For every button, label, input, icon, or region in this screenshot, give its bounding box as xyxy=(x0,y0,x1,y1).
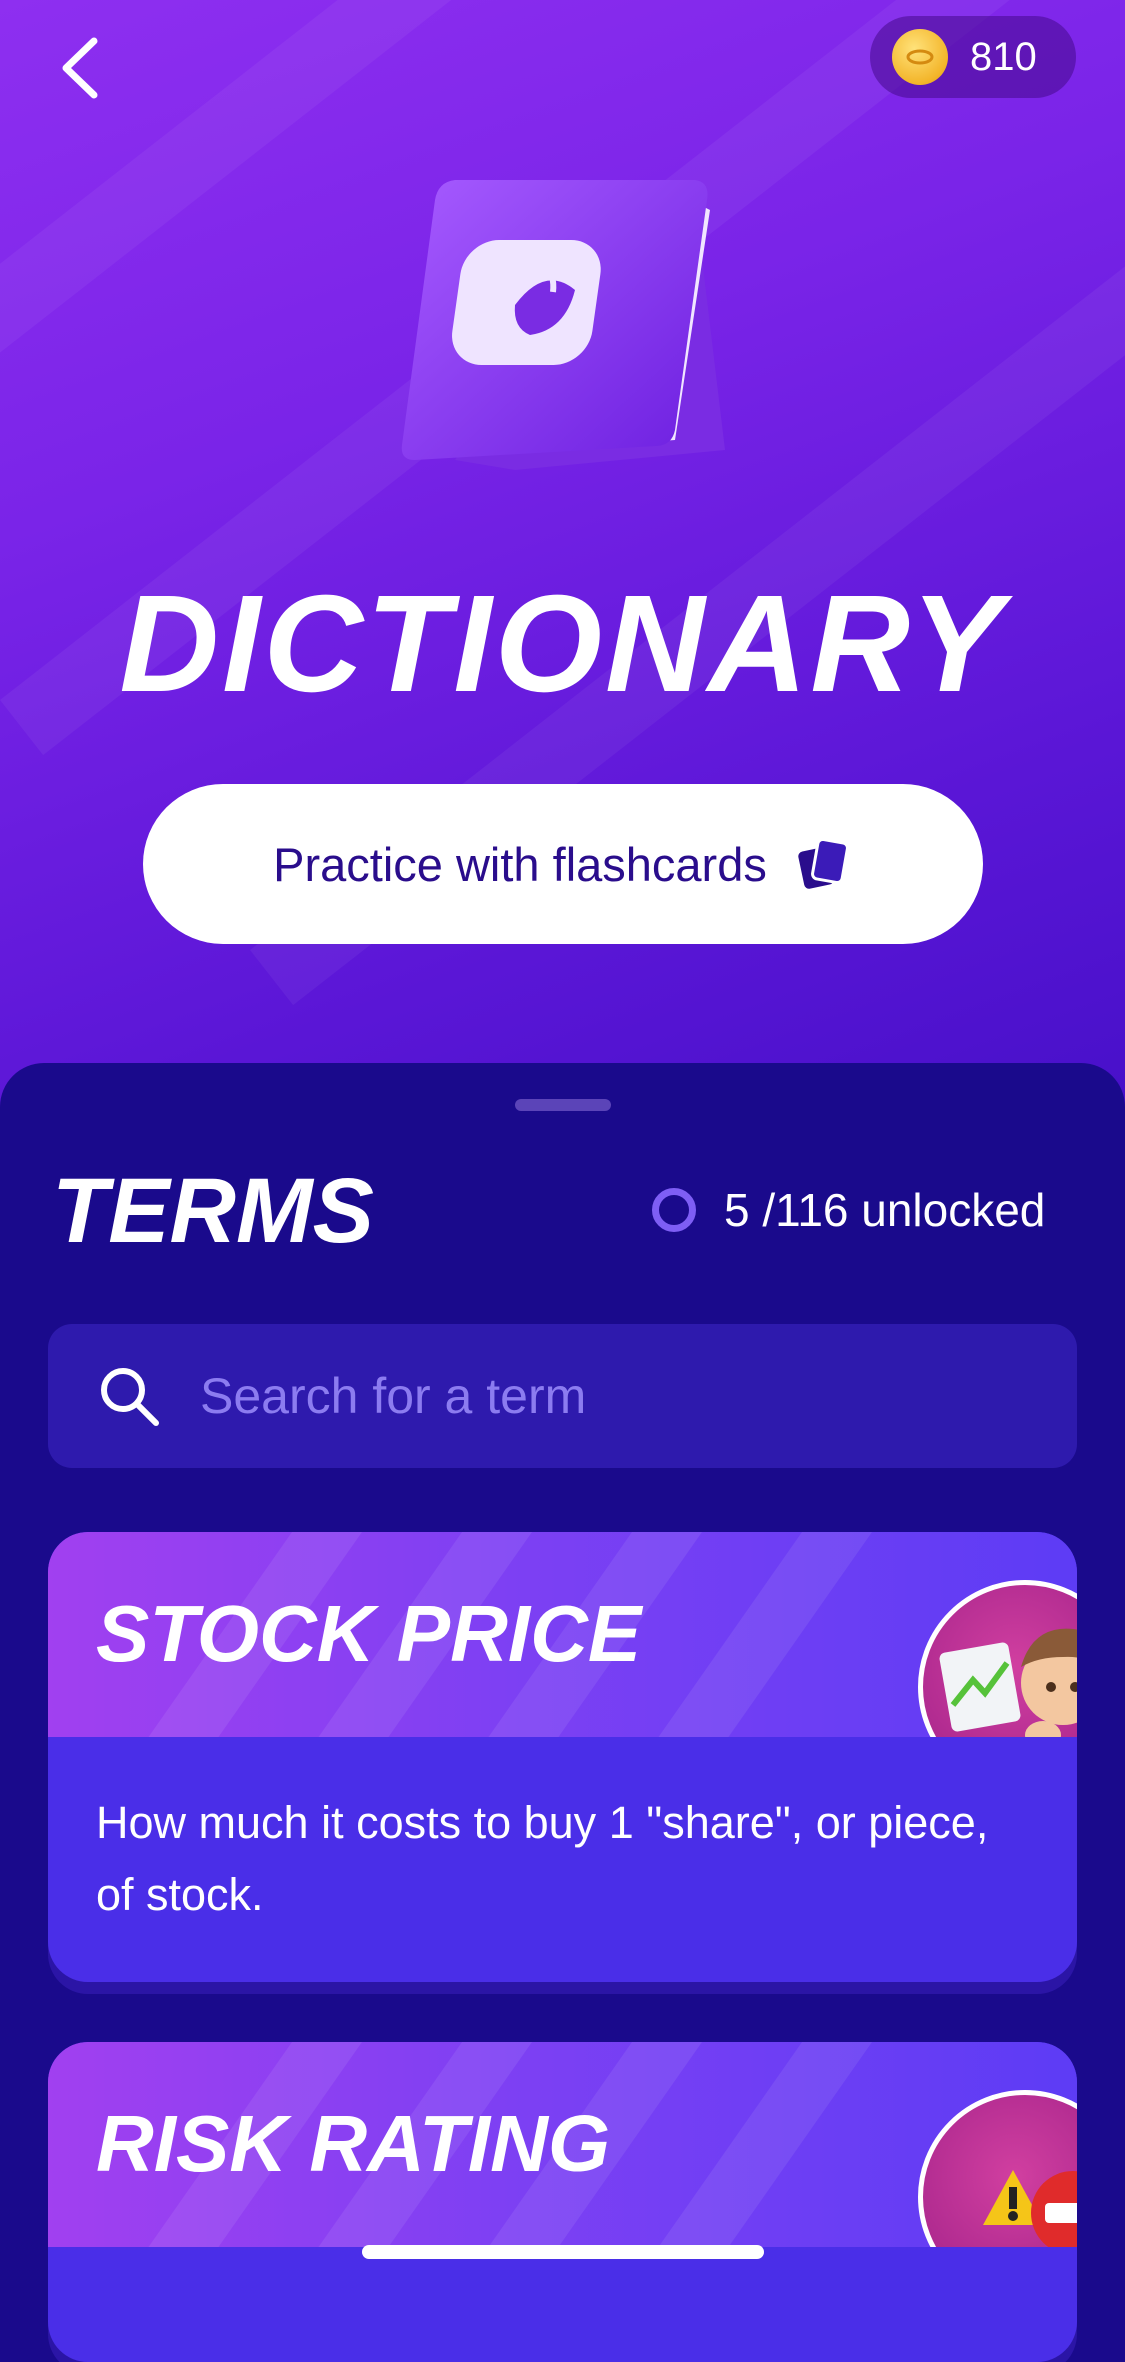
home-indicator[interactable] xyxy=(362,2245,764,2259)
flashcards-label: Practice with flashcards xyxy=(273,837,767,891)
card-definition xyxy=(48,2247,1077,2345)
search-bar[interactable] xyxy=(48,1324,1077,1468)
search-input[interactable] xyxy=(198,1366,1022,1426)
card-title: STOCK PRICE xyxy=(96,1589,642,1678)
back-button[interactable] xyxy=(50,37,110,99)
term-card-risk-rating[interactable]: RISK RATING xyxy=(48,2042,1077,2362)
warning-avatar-icon xyxy=(918,2090,1077,2247)
term-card-stock-price[interactable]: STOCK PRICE How much it costs to buy 1 "… xyxy=(48,1532,1077,1982)
stock-chart-avatar-icon xyxy=(918,1580,1077,1737)
page-title: DICTIONARY xyxy=(119,567,1006,721)
coin-count: 810 xyxy=(970,34,1037,79)
card-header: STOCK PRICE xyxy=(48,1532,1077,1737)
card-definition: How much it costs to buy 1 "share", or p… xyxy=(96,1797,989,1920)
flashcards-icon xyxy=(798,839,849,889)
card-title: RISK RATING xyxy=(96,2099,611,2188)
search-icon xyxy=(101,1368,159,1426)
flashcards-button[interactable]: Practice with flashcards xyxy=(143,784,983,944)
coin-icon xyxy=(892,29,948,85)
sheet-grabber[interactable] xyxy=(515,1099,611,1111)
progress-text: 5 /116 unlocked xyxy=(724,1184,1046,1236)
chevron-left-icon xyxy=(62,37,98,99)
dictionary-book-icon xyxy=(401,180,725,470)
card-header: RISK RATING xyxy=(48,2042,1077,2247)
coin-balance[interactable]: 810 xyxy=(870,16,1076,98)
progress-ring-icon xyxy=(652,1188,696,1232)
hero-header xyxy=(0,0,1125,1120)
terms-title: TERMS xyxy=(52,1160,374,1262)
unlock-progress: 5 /116 unlocked xyxy=(652,1180,1045,1240)
